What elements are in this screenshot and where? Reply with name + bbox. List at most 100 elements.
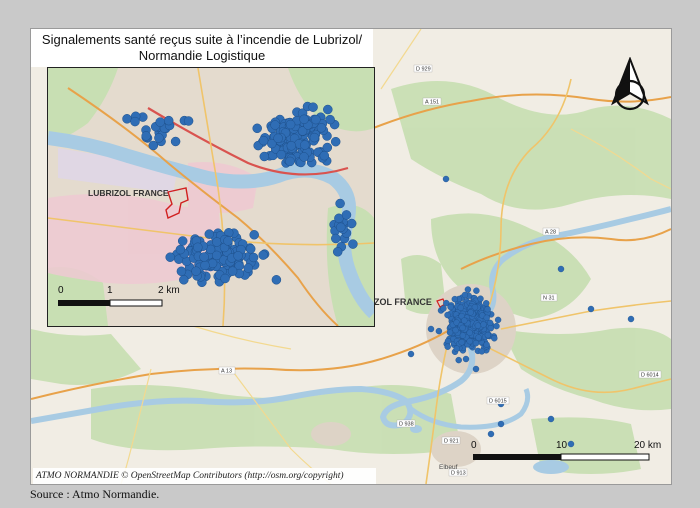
report-point bbox=[446, 329, 454, 336]
report-point bbox=[346, 218, 357, 229]
report-point bbox=[319, 150, 330, 161]
report-point bbox=[547, 415, 555, 423]
road-label-d929: D 929 bbox=[416, 67, 431, 73]
report-point bbox=[455, 356, 462, 364]
report-point bbox=[176, 266, 187, 277]
report-point bbox=[271, 275, 282, 285]
report-point bbox=[341, 210, 352, 220]
report-point bbox=[179, 275, 189, 285]
report-point bbox=[474, 322, 482, 329]
report-point bbox=[227, 266, 238, 276]
source-caption: Source : Atmo Normandie. bbox=[30, 487, 160, 501]
road-label-a151: A 151 bbox=[425, 100, 439, 106]
report-point bbox=[252, 123, 262, 134]
inset-map-frame: LUBRIZOL FRANCE 0 1 2 km bbox=[47, 67, 375, 327]
report-point bbox=[473, 287, 480, 294]
report-point bbox=[484, 306, 491, 313]
report-point bbox=[183, 116, 194, 126]
report-point bbox=[483, 314, 490, 321]
report-point bbox=[308, 102, 318, 112]
report-point bbox=[627, 315, 635, 323]
report-point bbox=[587, 305, 595, 313]
report-point bbox=[483, 341, 490, 348]
report-point bbox=[243, 263, 254, 273]
report-point bbox=[475, 334, 482, 341]
road-label-n31: N 31 bbox=[543, 296, 555, 302]
map-attribution: ATMO NORMANDIE © OpenStreetMap Contribut… bbox=[33, 468, 376, 484]
report-point bbox=[200, 260, 210, 271]
report-point bbox=[336, 222, 346, 233]
map-title-line-1: Signalements santé reçus suite à l’incen… bbox=[41, 32, 363, 47]
report-point bbox=[472, 365, 480, 373]
report-point bbox=[447, 303, 454, 311]
report-point bbox=[331, 233, 341, 244]
inset-scale-label-0: 0 bbox=[58, 285, 64, 296]
report-point bbox=[276, 149, 286, 160]
main-scale-label-10: 10 bbox=[556, 440, 568, 451]
report-point bbox=[170, 136, 181, 147]
report-point bbox=[462, 355, 470, 363]
report-point bbox=[461, 291, 469, 299]
report-point bbox=[155, 117, 165, 127]
report-point bbox=[348, 239, 358, 249]
report-point bbox=[122, 114, 132, 124]
report-point bbox=[212, 237, 222, 247]
report-point bbox=[444, 337, 452, 345]
place-label-elbeuf: Elbeuf bbox=[439, 464, 458, 471]
report-point bbox=[325, 114, 335, 125]
inset-scale-bar bbox=[58, 299, 163, 307]
report-point bbox=[211, 250, 222, 261]
report-point bbox=[177, 236, 188, 246]
report-point bbox=[286, 141, 297, 151]
report-point bbox=[494, 316, 502, 324]
report-point bbox=[459, 324, 466, 332]
report-point bbox=[204, 229, 215, 239]
report-point bbox=[249, 230, 259, 240]
main-scale-label-0: 0 bbox=[471, 440, 477, 451]
report-point bbox=[141, 131, 151, 141]
report-point bbox=[148, 140, 159, 151]
map-figure: D 929 A 151 A 28 N 31 D 6014 A 13 D 938 … bbox=[30, 28, 672, 485]
report-point bbox=[193, 242, 203, 253]
report-point bbox=[478, 348, 485, 355]
north-arrow-icon bbox=[611, 57, 649, 111]
road-label-d6015: D 6015 bbox=[489, 399, 507, 405]
report-point bbox=[285, 156, 295, 167]
road-label-a28: A 28 bbox=[545, 230, 556, 236]
report-point bbox=[493, 322, 500, 330]
report-point bbox=[332, 247, 343, 257]
report-point bbox=[248, 252, 259, 263]
report-point bbox=[322, 142, 333, 153]
report-point bbox=[223, 236, 233, 246]
report-point bbox=[165, 252, 175, 262]
inset-scale-label-2: 2 km bbox=[158, 285, 180, 296]
report-point bbox=[453, 345, 460, 352]
report-point bbox=[491, 335, 498, 342]
report-point bbox=[245, 244, 256, 254]
report-point bbox=[444, 343, 451, 350]
report-point bbox=[335, 198, 345, 209]
report-point bbox=[299, 152, 309, 162]
report-point bbox=[484, 331, 492, 339]
report-point bbox=[285, 119, 296, 130]
report-point bbox=[435, 327, 443, 335]
report-point bbox=[461, 317, 468, 324]
main-scale-label-20: 20 km bbox=[634, 440, 662, 451]
road-label-d921: D 921 bbox=[444, 439, 459, 445]
report-point bbox=[330, 136, 341, 147]
report-point bbox=[497, 420, 505, 428]
report-point bbox=[427, 325, 435, 333]
main-scale-bar: 0 10 20 km bbox=[471, 437, 661, 467]
report-point bbox=[442, 175, 450, 183]
report-point bbox=[323, 104, 333, 115]
report-point bbox=[472, 340, 480, 347]
map-title-box: Signalements santé reçus suite à l’incen… bbox=[31, 29, 373, 67]
report-point bbox=[258, 250, 268, 260]
map-title-line-2: Normandie Logistique bbox=[138, 48, 266, 63]
report-point bbox=[477, 295, 484, 302]
report-point bbox=[466, 338, 473, 345]
report-point bbox=[270, 120, 280, 130]
report-point bbox=[480, 321, 487, 328]
road-label-d6014: D 6014 bbox=[641, 373, 659, 379]
report-point bbox=[459, 332, 467, 339]
